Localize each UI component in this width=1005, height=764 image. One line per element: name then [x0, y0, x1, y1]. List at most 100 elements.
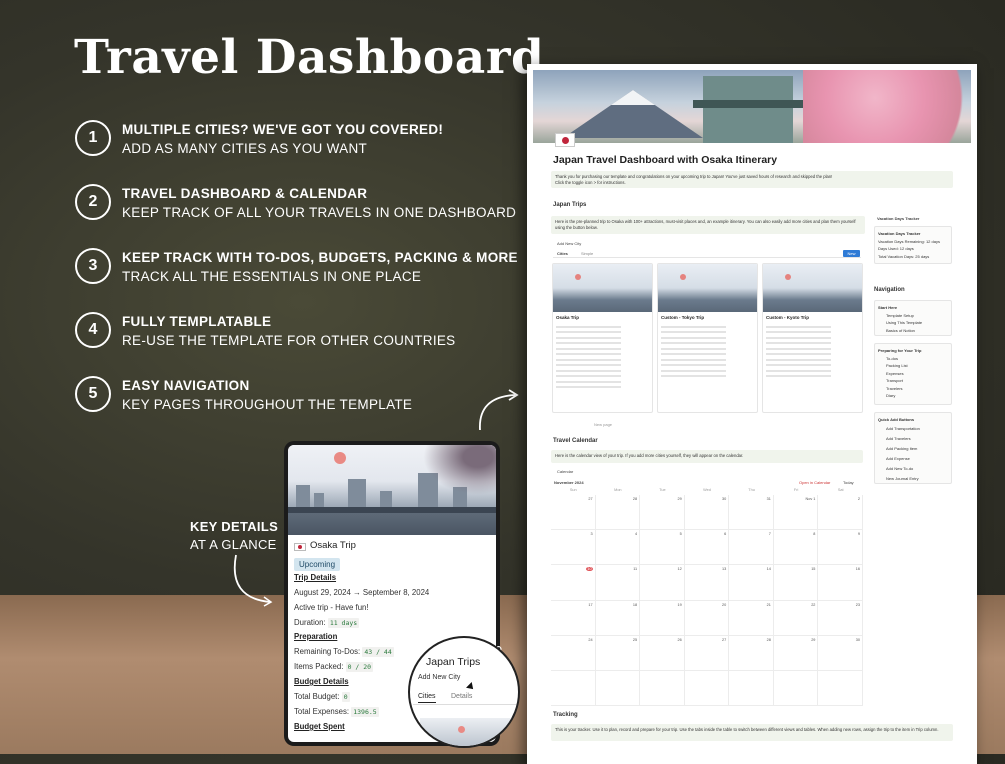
calendar-day[interactable]: 18 [595, 600, 641, 636]
weekday-label: Thu [748, 488, 755, 492]
calendar-day[interactable]: 22 [773, 600, 819, 636]
calendar-day[interactable] [640, 670, 685, 706]
nav-item[interactable]: To-dos [878, 355, 948, 363]
calendar-day[interactable] [595, 670, 641, 706]
calendar-day[interactable]: 28 [595, 495, 641, 531]
trip-card-name: Osaka Trip [556, 315, 580, 320]
calendar-day[interactable]: 26 [640, 635, 685, 671]
calendar-day[interactable]: 25 [595, 635, 641, 671]
vacation-item: Vacation Days Remaining: 12 days [878, 238, 940, 244]
calendar-grid[interactable]: 27 28 29 30 31 Nov 1 2 3 4 5 6 7 8 9 10 11 12 13 14 15 16 17 1… [551, 495, 863, 706]
calendar-day[interactable]: 29 [773, 635, 819, 671]
vacation-tracker: Vacation Days Tracker Vacation Days Rema… [874, 226, 952, 264]
tab-cities[interactable]: Cities [418, 693, 436, 703]
feature-1: 1 MULTIPLE CITIES? WE'VE GOT YOU COVERED… [75, 120, 515, 160]
calendar-day[interactable]: 23 [818, 600, 863, 636]
feature-5: 5 EASY NAVIGATION KEY PAGES THROUGHOUT T… [75, 376, 515, 416]
calendar-day[interactable]: 3 [551, 530, 596, 566]
japan-flag-icon [555, 133, 575, 147]
calendar-day[interactable]: 2 [818, 495, 863, 531]
calendar-day[interactable]: 5 [640, 530, 685, 566]
calendar-day[interactable]: 20 [684, 600, 730, 636]
intro-toggle-text[interactable]: Click the toggle icon > for instructions… [555, 180, 949, 186]
open-calendar-button[interactable]: Open in Calendar [799, 480, 830, 485]
calendar-day[interactable]: 6 [684, 530, 730, 566]
calendar-day[interactable] [773, 670, 819, 706]
trip-card[interactable]: Custom - Tokyo Trip [657, 263, 758, 413]
calendar-day[interactable]: 19 [640, 600, 685, 636]
calendar-day[interactable]: 14 [729, 565, 774, 601]
nav-item[interactable]: Expenses [878, 370, 948, 378]
nav-item[interactable]: Template Setup [878, 312, 948, 320]
vacation-item: Days Used: 12 days [878, 246, 914, 251]
calendar-day[interactable] [684, 670, 730, 706]
calendar-day[interactable]: 24 [551, 635, 596, 671]
trip-details-heading: Trip Details [294, 573, 337, 582]
calendar-day[interactable]: 21 [729, 600, 774, 636]
calendar-day[interactable]: 31 [729, 495, 774, 531]
nav-item[interactable]: Diary [878, 392, 948, 400]
weekday-label: Fri [793, 488, 799, 492]
tab-simple[interactable]: Simple [581, 251, 593, 256]
feature-heading: TRAVEL DASHBOARD & CALENDAR [122, 186, 368, 201]
total-expenses-row: Total Expenses: 1396.5 [294, 707, 379, 717]
calendar-day[interactable]: 16 [818, 565, 863, 601]
curved-arrow-icon [233, 554, 273, 607]
nav-item: Quick Add Buttons [878, 417, 915, 422]
nav-item[interactable]: Preparing for Your Trip [878, 347, 948, 355]
trip-cover-image [288, 445, 496, 535]
trips-callout: Here is the pre-planned trip to Osaka wi… [551, 216, 865, 234]
nav-item[interactable]: Packing List [878, 362, 948, 370]
feature-subtext: KEY PAGES THROUGHOUT THE TEMPLATE [122, 397, 413, 412]
nav-item[interactable]: Using This Template [878, 319, 948, 327]
new-button[interactable]: New [843, 250, 860, 257]
tab-details[interactable]: Details [451, 693, 472, 700]
calendar-day[interactable]: 8 [773, 530, 819, 566]
cover-image [533, 70, 971, 143]
calendar-day[interactable]: 28 [729, 635, 774, 671]
calendar-day[interactable]: 15 [773, 565, 819, 601]
calendar-day[interactable]: 13 [684, 565, 730, 601]
calendar-day[interactable]: 7 [729, 530, 774, 566]
calendar-day[interactable]: 17 [551, 600, 596, 636]
quick-add-button[interactable]: Add Travelers [878, 434, 948, 444]
intro-callout: Thank you for purchasing our template an… [551, 171, 953, 188]
weekday-label: Wed [703, 488, 711, 492]
add-city-button[interactable]: Add New City [557, 241, 581, 246]
feature-subtext: ADD AS MANY CITIES AS YOU WANT [122, 141, 368, 156]
quick-add-button[interactable]: Add Expense [878, 454, 948, 464]
calendar-day[interactable]: 30 [684, 495, 730, 531]
quick-add-button[interactable]: Add New To-do [878, 464, 948, 474]
today-button[interactable]: Today [843, 480, 854, 485]
calendar-day[interactable]: 27 [684, 635, 730, 671]
calendar-day[interactable]: 30 [818, 635, 863, 671]
calendar-day[interactable] [729, 670, 774, 706]
calendar-day[interactable]: 10 [551, 565, 596, 601]
key-details-line1: KEY DETAILS [190, 519, 279, 534]
nav-item[interactable]: Travelers [878, 385, 948, 393]
quick-add-button[interactable]: Add Packing Item [878, 444, 948, 454]
calendar-day[interactable]: 27 [551, 495, 596, 531]
feature-3: 3 KEEP TRACK WITH TO-DOS, BUDGETS, PACKI… [75, 248, 518, 288]
new-page-link[interactable]: New page [594, 422, 612, 427]
quick-add-button[interactable]: Add Transportation [878, 424, 948, 434]
calendar-day[interactable]: Nov 1 [773, 495, 819, 531]
quick-add-button[interactable]: New Journal Entry [878, 474, 948, 484]
calendar-day[interactable]: 9 [818, 530, 863, 566]
calendar-day[interactable]: 12 [640, 565, 685, 601]
trip-card[interactable]: Osaka Trip [552, 263, 653, 413]
total-budget-label: Total Budget: [294, 692, 340, 701]
duration-label: Duration: [294, 618, 326, 627]
nav-item[interactable]: Start Here [878, 304, 948, 312]
nav-item[interactable]: Basics of Notion [878, 327, 948, 335]
calendar-day[interactable]: 11 [595, 565, 641, 601]
tab-cities[interactable]: Cities [557, 251, 568, 256]
calendar-day[interactable]: 29 [640, 495, 685, 531]
calendar-day[interactable] [818, 670, 863, 706]
trip-card[interactable]: Custom - Kyoto Trip [762, 263, 863, 413]
calendar-day[interactable] [551, 670, 596, 706]
calendar-day[interactable]: 4 [595, 530, 641, 566]
vacation-tracker-heading: Vacation Days Tracker [877, 216, 920, 221]
nav-item[interactable]: Transport [878, 377, 948, 385]
add-new-city-button[interactable]: Add New City [418, 674, 460, 681]
